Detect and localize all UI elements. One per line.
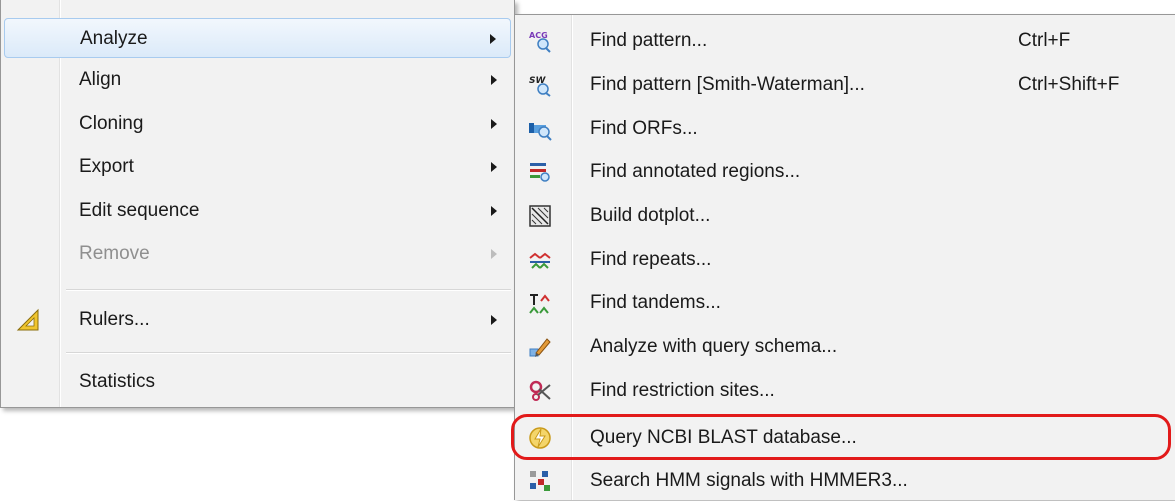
menu-item-find-repeats[interactable]: Find repeats... <box>518 240 1172 280</box>
dotplot-icon <box>528 204 552 228</box>
menu-item-find-tandems[interactable]: Find tandems... <box>518 283 1172 323</box>
menu-item-analyze-with-query-schema[interactable]: Analyze with query schema... <box>518 327 1172 367</box>
menu-item-label: Find pattern [Smith-Waterman]... <box>590 74 865 95</box>
menu-item-label: Search HMM signals with HMMER3... <box>590 470 908 491</box>
menu-item-label: Find tandems... <box>590 292 721 313</box>
menu-item-rulers[interactable]: Rulers... <box>4 300 511 340</box>
submenu-arrow-icon <box>491 206 497 216</box>
menu-item-find-restriction-sites[interactable]: Find restriction sites... <box>518 371 1172 411</box>
find-orfs-icon <box>528 117 552 141</box>
smith-waterman-icon: SW <box>528 73 552 97</box>
menu-separator <box>66 352 511 354</box>
menu-item-find-orfs[interactable]: Find ORFs... <box>518 109 1172 149</box>
menu-item-label: Find restriction sites... <box>590 380 775 401</box>
menu-item-label: Analyze with query schema... <box>590 336 838 357</box>
menu-item-label: Export <box>79 156 134 177</box>
menu-item-export[interactable]: Export <box>4 147 511 187</box>
shortcut-label: Ctrl+F <box>1018 30 1071 51</box>
menu-item-analyze[interactable]: Analyze <box>4 18 511 58</box>
hmm-icon <box>528 469 552 493</box>
submenu-arrow-icon <box>491 119 497 129</box>
menu-item-label: Build dotplot... <box>590 205 711 226</box>
submenu-arrow-icon <box>491 315 497 325</box>
menu-item-label: Cloning <box>79 113 144 134</box>
restriction-sites-icon <box>528 379 552 403</box>
menu-item-cloning[interactable]: Cloning <box>4 104 511 144</box>
submenu-arrow-icon <box>491 75 497 85</box>
submenu-arrow-icon <box>491 162 497 172</box>
menu-item-label: Find ORFs... <box>590 118 698 139</box>
menu-item-align[interactable]: Align <box>4 60 511 100</box>
tandems-icon <box>528 291 552 315</box>
find-pattern-icon: ACG <box>528 29 552 53</box>
shortcut-label: Ctrl+Shift+F <box>1018 74 1120 95</box>
menu-item-label: Align <box>79 69 122 90</box>
ruler-triangle-icon <box>16 308 40 332</box>
menu-item-build-dotplot[interactable]: Build dotplot... <box>518 196 1172 236</box>
menu-item-find-annotated-regions[interactable]: Find annotated regions... <box>518 152 1172 192</box>
menu-item-label: Find pattern... <box>590 30 708 51</box>
menu-item-label: Rulers... <box>79 309 150 330</box>
annotated-regions-icon <box>528 160 552 184</box>
menu-item-label: Edit sequence <box>79 200 200 221</box>
menu-item-remove: Remove <box>4 234 511 274</box>
highlight-annotation-ring <box>511 414 1171 460</box>
menu-item-label: Statistics <box>79 371 156 392</box>
menu-item-label: Analyze <box>80 28 148 49</box>
menu-item-label: Find repeats... <box>590 249 712 270</box>
menu-item-find-pattern-smith-waterman[interactable]: SW Find pattern [Smith-Waterman]... Ctrl… <box>518 65 1172 105</box>
submenu-arrow-icon <box>490 34 496 44</box>
menu-item-label: Find annotated regions... <box>590 161 801 182</box>
menu-separator <box>66 289 511 291</box>
menu-item-label: Remove <box>79 243 150 264</box>
query-schema-icon <box>528 335 552 359</box>
menu-item-statistics[interactable]: Statistics <box>4 362 511 402</box>
menu-item-edit-sequence[interactable]: Edit sequence <box>4 191 511 231</box>
menu-item-find-pattern[interactable]: ACG Find pattern... Ctrl+F <box>518 21 1172 61</box>
context-menu: Analyze Align Cloning Export Edit sequen… <box>0 0 515 408</box>
submenu-arrow-icon <box>491 249 497 259</box>
repeats-icon <box>528 248 552 272</box>
menu-item-search-hmm-signals[interactable]: Search HMM signals with HMMER3... <box>518 461 1172 501</box>
